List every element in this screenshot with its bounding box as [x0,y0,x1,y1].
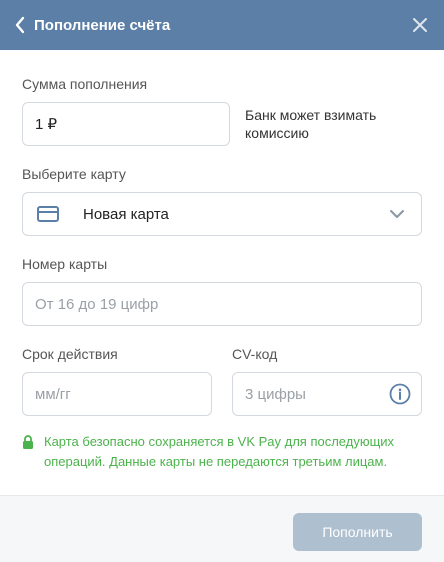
amount-input[interactable]: 1 ₽ [22,102,230,146]
cvv-placeholder: 3 цифры [245,385,306,403]
credit-card-icon [37,206,59,222]
amount-label: Сумма пополнения [22,76,148,92]
expiry-placeholder: мм/гг [35,385,71,403]
expiry-input[interactable]: мм/гг [22,372,212,416]
cvv-input[interactable]: 3 цифры [232,372,422,416]
card-number-label: Номер карты [22,256,108,272]
amount-value: 1 ₽ [35,116,58,133]
back-button[interactable] [10,15,30,35]
card-select-dropdown[interactable]: Новая карта [22,192,422,236]
card-select-label: Выберите карту [22,166,126,182]
modal-title: Пополнение счёта [34,16,171,34]
commission-note: Банк может взимать комиссию [245,107,377,141]
card-number-input[interactable]: От 16 до 19 цифр [22,282,422,326]
chevron-left-icon [15,16,25,34]
chevron-down-icon [389,207,405,225]
top-up-button[interactable]: Пополнить [293,513,422,551]
expiry-label: Срок действия [22,346,118,362]
close-icon [413,18,427,32]
close-button[interactable] [410,15,430,35]
modal-body: Сумма пополнения 1 ₽ Банк может взимать … [0,50,444,495]
info-icon[interactable] [389,383,411,405]
lock-icon [22,435,34,455]
card-number-placeholder: От 16 до 19 цифр [35,295,159,313]
card-select-value: Новая карта [83,205,169,223]
modal-footer: Пополнить [0,495,444,562]
security-note-text: Карта безопасно сохраняется в VK Pay для… [44,434,395,469]
cvv-label: CV-код [232,346,278,362]
modal-header: Пополнение счёта [0,0,444,50]
security-note: Карта безопасно сохраняется в VK Pay для… [22,432,422,472]
